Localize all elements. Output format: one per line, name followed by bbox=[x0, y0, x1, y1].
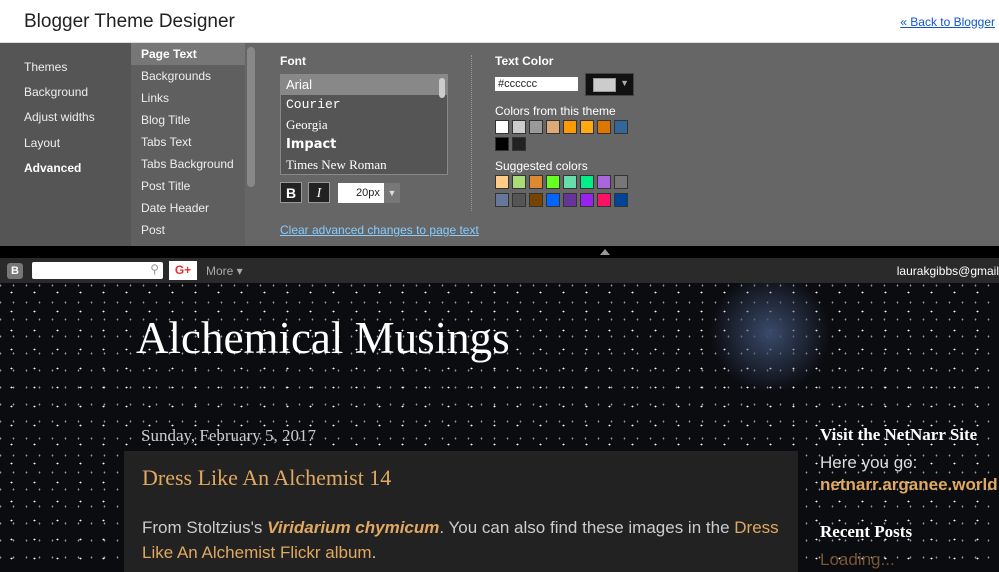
search-icon[interactable]: ⚲ bbox=[150, 262, 159, 276]
font-option[interactable]: Courier bbox=[281, 95, 447, 115]
sidebar-text: Here you go: bbox=[820, 453, 918, 472]
recent-posts-loading: Loading... bbox=[820, 550, 895, 569]
app-title: Blogger Theme Designer bbox=[24, 11, 235, 32]
more-menu[interactable]: More ▾ bbox=[206, 264, 243, 278]
sub-nav-item[interactable]: Tabs Text bbox=[131, 131, 245, 153]
color-swatch[interactable] bbox=[546, 175, 560, 189]
sub-nav-item[interactable]: Blog Title bbox=[131, 109, 245, 131]
theme-colors-row bbox=[495, 120, 628, 134]
color-swatch[interactable] bbox=[512, 193, 526, 207]
google-plus-button[interactable]: G+ bbox=[169, 261, 197, 280]
sidebar-widget-title: Visit the NetNarr Site bbox=[820, 425, 978, 444]
font-list-scrollbar[interactable] bbox=[439, 78, 445, 98]
font-size-value: 20px bbox=[356, 187, 380, 199]
color-swatch[interactable] bbox=[597, 175, 611, 189]
color-swatch[interactable] bbox=[529, 193, 543, 207]
theme-colors-row bbox=[495, 137, 526, 151]
suggested-colors-label: Suggested colors bbox=[495, 159, 588, 173]
color-swatch[interactable] bbox=[546, 120, 560, 134]
blogger-navbar: B ⚲ G+ More ▾ laurakgibbs@gmail bbox=[0, 258, 999, 283]
body-text: . bbox=[371, 543, 377, 562]
color-swatch[interactable] bbox=[495, 120, 509, 134]
user-email: laurakgibbs@gmail bbox=[896, 264, 999, 278]
color-swatch[interactable] bbox=[614, 193, 628, 207]
color-swatch[interactable] bbox=[597, 120, 611, 134]
color-swatch[interactable] bbox=[597, 193, 611, 207]
body-text: From Stoltzius's bbox=[142, 518, 268, 537]
color-swatch[interactable] bbox=[563, 175, 577, 189]
nav-item[interactable]: Advanced bbox=[24, 161, 81, 175]
sub-nav-item[interactable]: Tabs Background bbox=[131, 153, 245, 175]
color-swatch[interactable] bbox=[614, 120, 628, 134]
nav-item[interactable]: Themes bbox=[24, 60, 67, 74]
recent-posts-title: Recent Posts bbox=[820, 522, 913, 541]
color-swatch[interactable] bbox=[614, 175, 628, 189]
back-to-blogger-link[interactable]: « Back to Blogger bbox=[900, 15, 995, 29]
color-swatch[interactable] bbox=[580, 175, 594, 189]
clear-advanced-link[interactable]: Clear advanced changes to page text bbox=[280, 223, 479, 237]
color-picker-button[interactable]: ▼ bbox=[585, 73, 634, 96]
color-swatch[interactable] bbox=[563, 120, 577, 134]
divider bbox=[471, 55, 472, 211]
color-swatch[interactable] bbox=[529, 175, 543, 189]
blogger-logo-icon[interactable]: B bbox=[7, 263, 23, 279]
sub-nav-item[interactable]: Post Title bbox=[131, 175, 245, 197]
nav-item[interactable]: Background bbox=[24, 85, 88, 99]
font-option[interactable]: Times New Roman bbox=[281, 155, 447, 175]
italic-button[interactable]: I bbox=[308, 182, 330, 203]
main-nav: Themes Background Adjust widths Layout Advan… bbox=[0, 43, 131, 246]
color-swatch[interactable] bbox=[580, 120, 594, 134]
header: Blogger Theme Designer « Back to Blogger bbox=[0, 0, 999, 43]
post-title[interactable]: Dress Like An Alchemist 14 bbox=[142, 465, 391, 491]
sub-nav-item[interactable]: Backgrounds bbox=[131, 65, 245, 87]
sub-nav-item[interactable]: Links bbox=[131, 87, 245, 109]
font-size-select[interactable]: 20px ▼ bbox=[338, 183, 400, 203]
search-input[interactable]: ⚲ bbox=[32, 262, 163, 279]
theme-colors-label: Colors from this theme bbox=[495, 104, 616, 118]
sub-nav-item[interactable]: Post bbox=[131, 219, 245, 241]
font-option[interactable]: Impact bbox=[281, 135, 447, 155]
collapse-caret-icon[interactable] bbox=[600, 249, 610, 255]
body-text: . You can also find these images in the bbox=[439, 518, 735, 537]
post: Dress Like An Alchemist 14 From Stoltziu… bbox=[124, 451, 798, 572]
color-swatch[interactable] bbox=[546, 193, 560, 207]
color-swatch[interactable] bbox=[580, 193, 594, 207]
sub-nav-item[interactable]: Page Text bbox=[131, 43, 245, 65]
nav-item[interactable]: Layout bbox=[24, 136, 60, 150]
color-swatch[interactable] bbox=[563, 193, 577, 207]
sub-nav-scrollbar[interactable] bbox=[247, 47, 255, 187]
book-link[interactable]: Viridarium chymicum bbox=[267, 518, 439, 537]
suggested-colors-row bbox=[495, 193, 628, 207]
color-swatch[interactable] bbox=[495, 137, 509, 151]
color-swatch[interactable] bbox=[512, 120, 526, 134]
color-swatch[interactable] bbox=[512, 175, 526, 189]
color-swatch[interactable] bbox=[495, 175, 509, 189]
color-hex-input[interactable]: #cccccc bbox=[495, 77, 578, 91]
font-option[interactable]: Georgia bbox=[281, 115, 447, 135]
date-header: Sunday, February 5, 2017 bbox=[141, 426, 317, 445]
post-body: From Stoltzius's Viridarium chymicum. Yo… bbox=[142, 515, 782, 565]
chevron-down-icon: ▼ bbox=[384, 183, 400, 203]
netnarr-link[interactable]: netnarr.arganee.world bbox=[820, 475, 998, 495]
font-list[interactable]: Arial Courier Georgia Impact Times New Roman bbox=[280, 74, 448, 175]
nav-item[interactable]: Adjust widths bbox=[24, 110, 95, 124]
sub-nav-item[interactable]: Date Header bbox=[131, 197, 245, 219]
text-color-label: Text Color bbox=[495, 54, 554, 68]
current-color-swatch bbox=[593, 78, 616, 92]
sub-nav: Page Text Backgrounds Links Blog Title Tabs … bbox=[131, 43, 245, 246]
color-swatch[interactable] bbox=[512, 137, 526, 151]
blog-title[interactable]: Alchemical Musings bbox=[136, 312, 510, 364]
suggested-colors-row bbox=[495, 175, 628, 189]
color-swatch[interactable] bbox=[495, 193, 509, 207]
designer-panel: Themes Background Adjust widths Layout Advan… bbox=[0, 43, 999, 246]
font-label: Font bbox=[280, 54, 306, 68]
color-swatch[interactable] bbox=[529, 120, 543, 134]
bold-button[interactable]: B bbox=[280, 182, 302, 203]
font-option[interactable]: Arial bbox=[281, 75, 447, 95]
chevron-down-icon: ▼ bbox=[620, 78, 629, 88]
